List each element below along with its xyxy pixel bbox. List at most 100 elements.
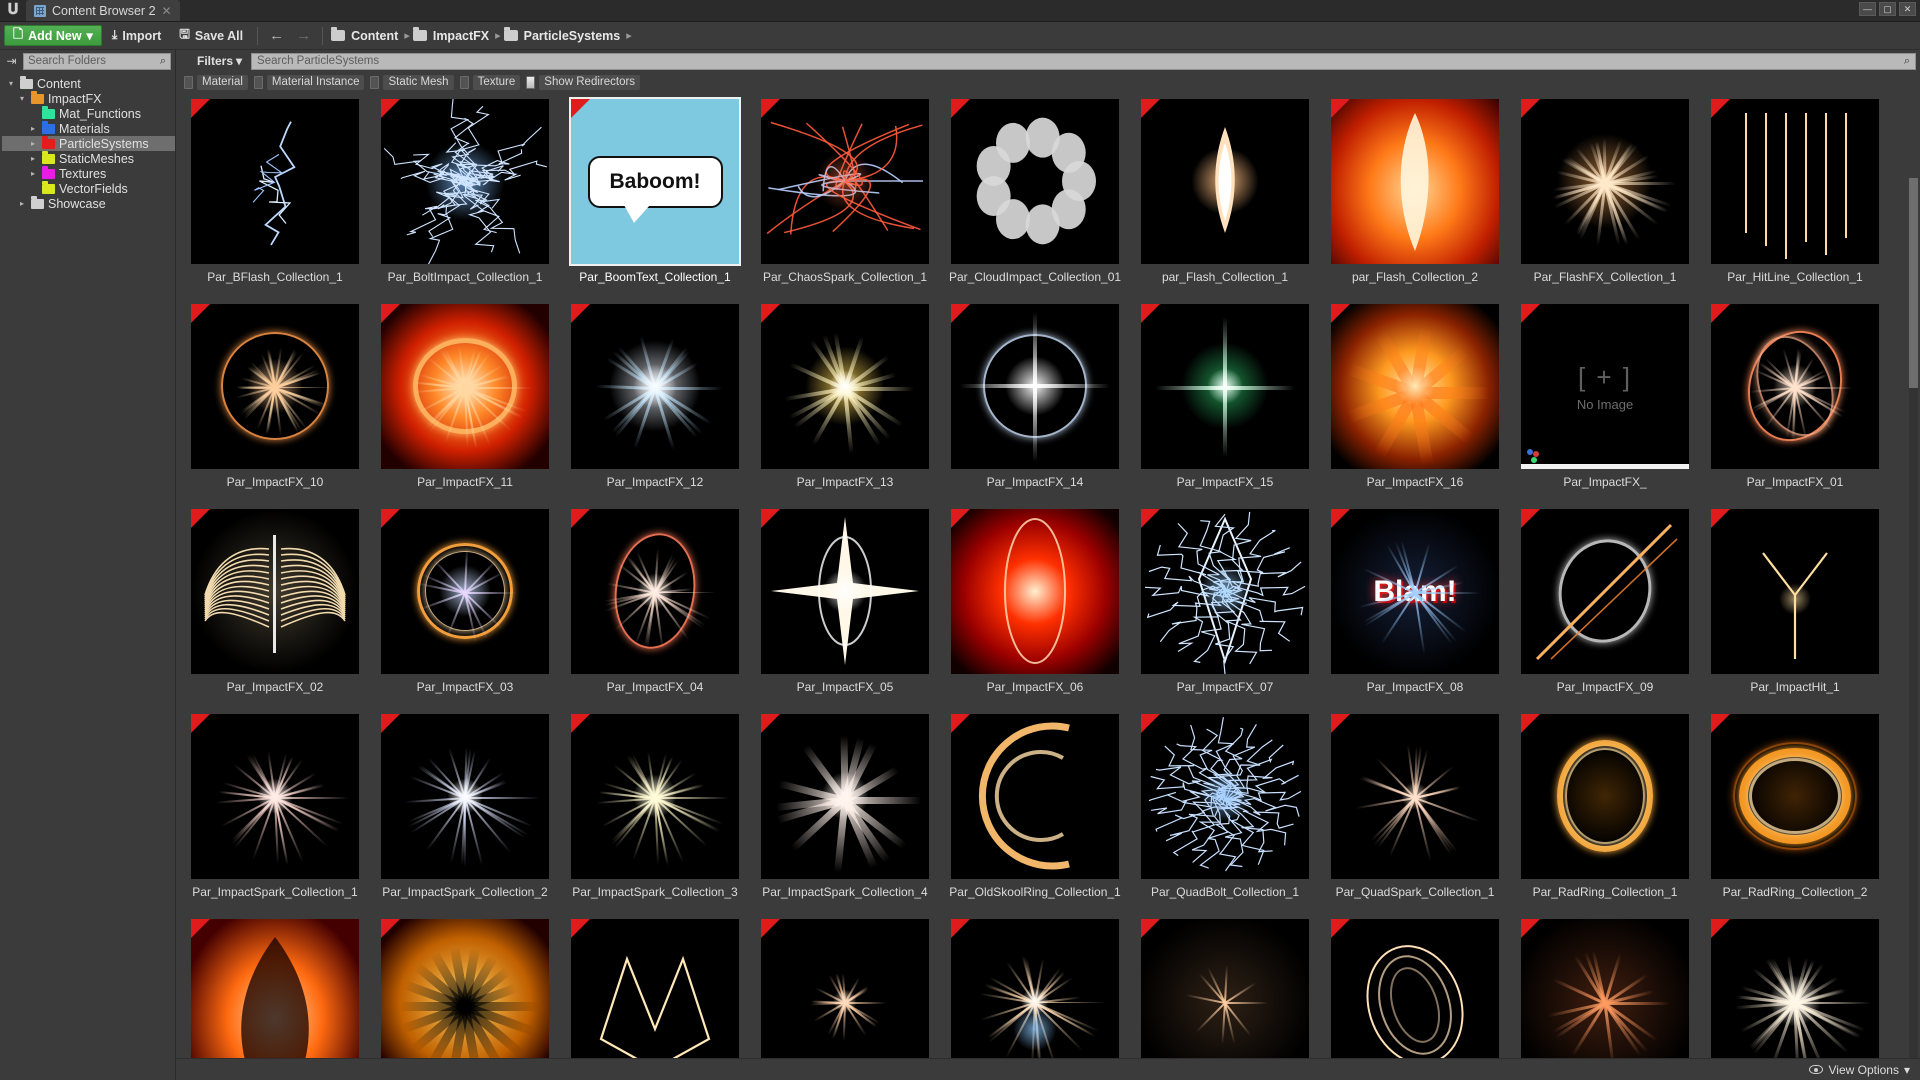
filter-chip-show-redirectors[interactable]: Show Redirectors (526, 74, 641, 90)
checkbox[interactable] (184, 75, 193, 89)
sidebar-item-textures[interactable]: ▸ Textures (2, 166, 175, 181)
sidebar-item-staticmeshes[interactable]: ▸ StaticMeshes (2, 151, 175, 166)
asset-thumbnail[interactable] (951, 304, 1119, 469)
asset-thumbnail[interactable] (1711, 99, 1879, 264)
asset-tile[interactable] (1130, 915, 1320, 1080)
asset-tile[interactable]: Par_OldSkoolRing_Collection_1 (940, 710, 1130, 915)
asset-thumbnail[interactable] (1141, 99, 1309, 264)
asset-thumbnail[interactable] (381, 509, 549, 674)
sidebar-item-impactfx[interactable]: ▾ ImpactFX (2, 91, 175, 106)
sidebar-item-particlesystems[interactable]: ▸ ParticleSystems (2, 136, 175, 151)
asset-thumbnail[interactable]: Blam! (1331, 509, 1499, 674)
asset-thumbnail[interactable] (1711, 509, 1879, 674)
close-icon[interactable]: ✕ (162, 4, 172, 18)
tree-collapse-icon[interactable]: ⇥ (4, 54, 19, 68)
asset-tile[interactable]: Par_ImpactFX_10 (180, 300, 370, 505)
maximize-button[interactable]: ▢ (1879, 2, 1896, 16)
asset-thumbnail[interactable] (1521, 919, 1689, 1080)
asset-tile[interactable]: Par_ImpactFX_02 (180, 505, 370, 710)
asset-tile[interactable]: [ + ] No Image Par_ImpactFX_ (1510, 300, 1700, 505)
asset-thumbnail[interactable] (1711, 304, 1879, 469)
asset-tile[interactable]: Par_BFlash_Collection_1 (180, 95, 370, 300)
asset-thumbnail[interactable] (571, 919, 739, 1080)
breadcrumb-content[interactable]: Content (348, 29, 401, 43)
asset-thumbnail[interactable] (191, 714, 359, 879)
asset-tile[interactable]: Par_CloudImpact_Collection_01 (940, 95, 1130, 300)
asset-thumbnail[interactable] (1331, 99, 1499, 264)
filters-button[interactable]: Filters ▾ (180, 54, 246, 68)
close-button[interactable]: ✕ (1899, 2, 1916, 16)
asset-thumbnail[interactable] (951, 99, 1119, 264)
asset-tile[interactable]: Par_RadRing_Collection_1 (1510, 710, 1700, 915)
collapse-arrow-icon[interactable]: ▸ (28, 124, 38, 133)
asset-thumbnail[interactable] (1331, 304, 1499, 469)
collapse-arrow-icon[interactable]: ▸ (17, 199, 27, 208)
asset-thumbnail[interactable] (1331, 714, 1499, 879)
asset-tile[interactable]: Par_QuadBolt_Collection_1 (1130, 710, 1320, 915)
asset-thumbnail[interactable] (1711, 714, 1879, 879)
asset-tile[interactable] (180, 915, 370, 1080)
asset-thumbnail[interactable] (381, 99, 549, 264)
asset-tile[interactable]: Par_ImpactFX_11 (370, 300, 560, 505)
asset-thumbnail[interactable] (1141, 304, 1309, 469)
collapse-arrow-icon[interactable]: ▸ (28, 169, 38, 178)
asset-tile[interactable]: Par_ChaosSpark_Collection_1 (750, 95, 940, 300)
back-button[interactable]: ← (264, 27, 289, 44)
collapse-arrow-icon[interactable]: ▸ (28, 154, 38, 163)
sidebar-item-showcase[interactable]: ▸ Showcase (2, 196, 175, 211)
checkbox[interactable] (253, 75, 263, 89)
asset-thumbnail[interactable] (571, 714, 739, 879)
asset-tile[interactable]: Par_ImpactFX_14 (940, 300, 1130, 505)
asset-thumbnail[interactable]: [ + ] No Image (1521, 304, 1689, 469)
asset-tile[interactable]: Par_ImpactSpark_Collection_1 (180, 710, 370, 915)
asset-tile[interactable]: Par_ImpactSpark_Collection_2 (370, 710, 560, 915)
asset-tile[interactable]: Par_ImpactFX_12 (560, 300, 750, 505)
asset-tile[interactable]: Par_RadRing_Collection_2 (1700, 710, 1890, 915)
filter-chip-static-mesh[interactable]: Static Mesh (370, 74, 454, 90)
breadcrumb-particlesystems[interactable]: ParticleSystems (521, 29, 624, 43)
vertical-scrollbar[interactable] (1909, 178, 1918, 1080)
save-all-button[interactable]: 🖫 Save All (171, 25, 251, 47)
view-options-button[interactable]: View Options ▾ (1809, 1063, 1910, 1077)
asset-tile[interactable]: Par_ImpactHit_1 (1700, 505, 1890, 710)
asset-tile[interactable]: par_Flash_Collection_2 (1320, 95, 1510, 300)
asset-tile[interactable]: Par_ImpactFX_15 (1130, 300, 1320, 505)
forward-button[interactable]: → (291, 27, 316, 44)
sidebar-item-materials[interactable]: ▸ Materials (2, 121, 175, 136)
asset-thumbnail[interactable] (191, 304, 359, 469)
asset-tile[interactable]: Par_ImpactFX_04 (560, 505, 750, 710)
asset-thumbnail[interactable] (761, 304, 929, 469)
asset-thumbnail[interactable] (381, 919, 549, 1080)
tab-content-browser[interactable]: Content Browser 2 ✕ (26, 0, 180, 21)
asset-thumbnail[interactable] (571, 304, 739, 469)
asset-thumbnail[interactable] (1711, 919, 1879, 1080)
asset-thumbnail[interactable] (191, 919, 359, 1080)
filter-chip-material[interactable]: Material (184, 74, 248, 90)
search-folders-input[interactable]: Search Folders ⌕ (23, 52, 171, 70)
asset-thumbnail[interactable] (951, 714, 1119, 879)
expand-arrow-icon[interactable]: ▾ (6, 79, 16, 88)
checkbox[interactable] (370, 75, 380, 89)
search-assets-input[interactable]: Search ParticleSystems ⌕ (251, 52, 1916, 70)
filter-chip-material-instance[interactable]: Material Instance (253, 74, 365, 90)
asset-tile[interactable]: Baboom! Par_BoomText_Collection_1 (560, 95, 750, 300)
sidebar-item-mat_functions[interactable]: Mat_Functions (2, 106, 175, 121)
asset-tile[interactable]: Par_ImpactFX_16 (1320, 300, 1510, 505)
asset-tile[interactable]: Par_ImpactFX_06 (940, 505, 1130, 710)
asset-tile[interactable] (1510, 915, 1700, 1080)
import-button[interactable]: ⤓ Import (104, 25, 169, 47)
asset-tile[interactable] (560, 915, 750, 1080)
sidebar-item-content[interactable]: ▾ Content (2, 76, 175, 91)
asset-tile[interactable]: Par_ImpactSpark_Collection_3 (560, 710, 750, 915)
asset-thumbnail[interactable] (1521, 99, 1689, 264)
asset-thumbnail[interactable] (191, 99, 359, 264)
checkbox[interactable] (459, 75, 469, 89)
collapse-arrow-icon[interactable]: ▸ (28, 139, 38, 148)
asset-tile[interactable] (750, 915, 940, 1080)
asset-thumbnail[interactable] (951, 919, 1119, 1080)
asset-thumbnail[interactable] (191, 509, 359, 674)
asset-thumbnail[interactable] (1141, 919, 1309, 1080)
expand-arrow-icon[interactable]: ▾ (17, 94, 27, 103)
asset-tile[interactable]: Par_ImpactFX_01 (1700, 300, 1890, 505)
asset-tile[interactable]: par_Flash_Collection_1 (1130, 95, 1320, 300)
